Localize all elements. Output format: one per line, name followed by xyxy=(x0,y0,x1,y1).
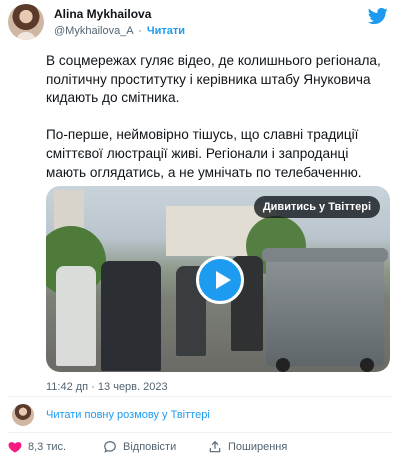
play-icon[interactable] xyxy=(196,256,244,304)
heart-icon xyxy=(8,442,22,453)
watch-on-twitter-button[interactable]: Дивитись у Твіттері xyxy=(253,196,380,218)
separator: · xyxy=(138,25,142,37)
avatar[interactable] xyxy=(8,4,44,40)
share-button[interactable]: Поширення xyxy=(208,440,287,454)
avatar xyxy=(12,404,34,426)
action-bar: 8,3 тис. Відповісти Поширення xyxy=(8,440,393,458)
tweet-card: Alina Mykhailova @Mykhailova_A · Читати … xyxy=(0,0,401,460)
divider xyxy=(8,432,393,433)
author-handle[interactable]: @Mykhailova_A xyxy=(54,25,133,37)
like-button[interactable]: 8,3 тис. xyxy=(8,440,66,454)
dumpster-wheel xyxy=(360,358,374,372)
person xyxy=(101,261,161,371)
twitter-bird-icon[interactable] xyxy=(367,6,389,26)
reply-label: Відповісти xyxy=(123,441,177,453)
read-conversation-link[interactable]: Читати повну розмову у Твіттері xyxy=(46,409,210,421)
author-name[interactable]: Alina Mykhailova xyxy=(54,7,151,21)
video-thumbnail[interactable]: Дивитись у Твіттері xyxy=(46,186,390,372)
tweet-timestamp[interactable]: 11:42 дп · 13 черв. 2023 xyxy=(46,381,168,393)
share-label: Поширення xyxy=(228,441,288,453)
tweet-header: Alina Mykhailova @Mykhailova_A · Читати xyxy=(8,4,393,42)
reply-button[interactable]: Відповісти xyxy=(103,440,176,454)
handle-row: @Mykhailova_A · Читати xyxy=(54,25,185,37)
likes-count: 8,3 тис. xyxy=(28,441,67,453)
divider xyxy=(8,396,393,397)
reply-icon xyxy=(104,441,116,453)
dumpster xyxy=(262,248,388,372)
person xyxy=(56,266,96,366)
tweet-text: В соцмережах гуляє відео, де колишнього … xyxy=(46,53,381,180)
dumpster-wheel xyxy=(276,358,290,372)
follow-link[interactable]: Читати xyxy=(147,25,185,37)
share-icon xyxy=(209,440,221,453)
